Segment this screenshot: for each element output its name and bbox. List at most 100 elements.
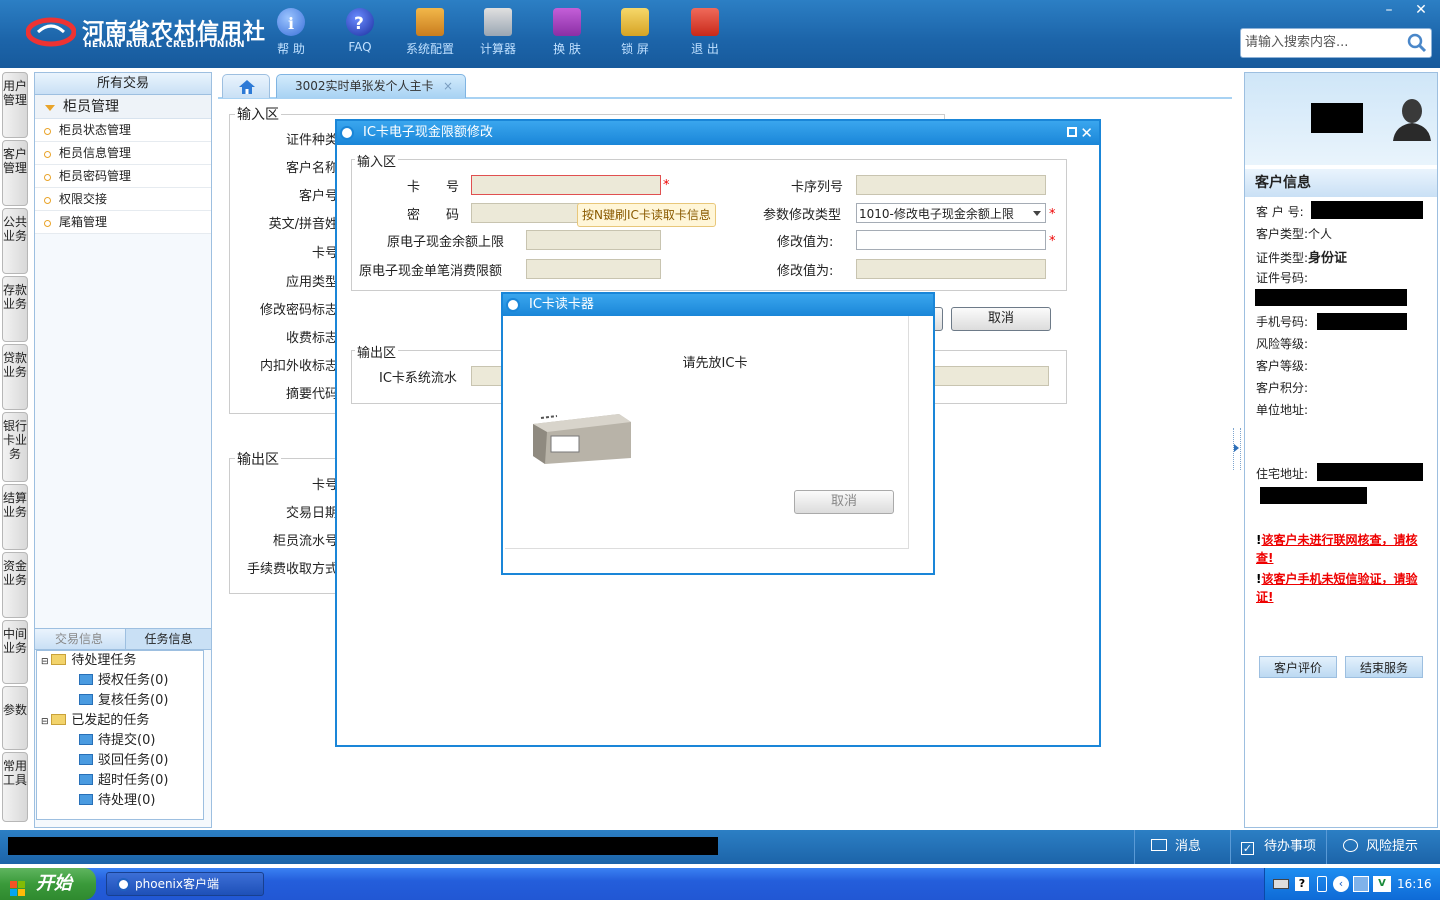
- card-no-input[interactable]: [471, 175, 661, 195]
- risk-alert-button[interactable]: 风险提示: [1326, 830, 1440, 864]
- app-logo-icon: [340, 126, 354, 140]
- search-input[interactable]: 请输入搜索内容...: [1240, 28, 1432, 58]
- card-no-label: 卡 号: [407, 180, 460, 195]
- keyboard-icon[interactable]: [1273, 879, 1289, 889]
- tree-initiated-tasks[interactable]: ⊟ 已发起的任务: [41, 711, 149, 731]
- tree-pending-tasks[interactable]: ⊟ 待处理任务: [41, 651, 136, 671]
- card-seq-label: 卡序列号: [791, 180, 844, 195]
- tree-to-process[interactable]: 待处理(0): [79, 791, 155, 811]
- tab-issue-card[interactable]: 3002实时单张发个人主卡 ×: [276, 74, 466, 98]
- vtab-loan[interactable]: 贷款业务: [2, 344, 28, 410]
- tree-rejected[interactable]: 驳回任务(0): [79, 751, 168, 771]
- label-id-type: 证件类型:身份证: [1256, 251, 1348, 266]
- redacted-home-address-2: [1260, 487, 1367, 504]
- messages-button[interactable]: 消息: [1134, 830, 1230, 864]
- card-seq-input: [856, 175, 1046, 195]
- question-icon: ?: [346, 8, 374, 36]
- vtab-funds[interactable]: 资金业务: [2, 552, 28, 618]
- maximize-icon[interactable]: [1067, 127, 1077, 137]
- warning-verify-sms[interactable]: !该客户手机未短信验证，请验证!: [1256, 570, 1434, 606]
- modify-value-label-1: 修改值为:: [777, 235, 834, 250]
- calculator-button[interactable]: 计算器: [463, 8, 533, 64]
- tree-auth-tasks[interactable]: 授权任务(0): [79, 671, 168, 691]
- dialog-input-section-title: 输入区: [355, 151, 399, 170]
- reader-cancel-button[interactable]: 取消: [794, 490, 894, 514]
- param-type-label: 参数修改类型: [763, 208, 842, 223]
- triangle-down-icon: [45, 105, 55, 111]
- vtab-params[interactable]: 参数: [2, 686, 28, 750]
- teller-mgmt-group[interactable]: 柜员管理: [35, 95, 211, 119]
- label-customer-level: 客户等级:: [1256, 359, 1309, 373]
- lock-icon: [621, 8, 649, 36]
- all-transactions-title[interactable]: 所有交易: [35, 73, 211, 95]
- tree-timeout[interactable]: 超时任务(0): [79, 771, 168, 791]
- ic-serial-label: IC卡系统流水: [379, 371, 457, 386]
- lock-screen-button[interactable]: 锁 屏: [600, 8, 670, 64]
- menu-teller-status[interactable]: 柜员状态管理: [35, 119, 211, 142]
- vtab-user-mgmt[interactable]: 用户管理: [2, 72, 28, 138]
- tab-home[interactable]: [222, 74, 270, 98]
- usb-icon[interactable]: [1317, 876, 1327, 892]
- menu-teller-info[interactable]: 柜员信息管理: [35, 142, 211, 165]
- vtab-customer-mgmt[interactable]: 客户管理: [2, 140, 28, 206]
- vtab-intermediate[interactable]: 中间业务: [2, 620, 28, 684]
- tab-close-icon[interactable]: ×: [443, 75, 453, 97]
- customer-eval-button[interactable]: 客户评价: [1259, 656, 1337, 678]
- end-service-button[interactable]: 结束服务: [1345, 656, 1423, 678]
- vtab-tools[interactable]: 常用工具: [2, 752, 28, 822]
- bg-label-app-type: 应用类型: [285, 275, 338, 290]
- password-input[interactable]: [471, 203, 579, 223]
- card-reader-icon: [527, 406, 635, 466]
- label-mobile: 手机号码:: [1256, 315, 1309, 329]
- vtab-settlement[interactable]: 结算业务: [2, 484, 28, 550]
- minimize-button[interactable]: –: [1374, 0, 1404, 20]
- exit-button[interactable]: 退 出: [670, 8, 740, 64]
- vtab-bank-card[interactable]: 银行卡业务: [2, 412, 28, 482]
- modify-value-required: *: [1049, 234, 1056, 249]
- redacted-status: [8, 837, 718, 855]
- shirt-icon: [553, 8, 581, 36]
- menu-tail-box[interactable]: 尾箱管理: [35, 211, 211, 234]
- taskbar-phoenix-app[interactable]: phoenix客户端: [106, 872, 264, 896]
- modify-value-input-1[interactable]: [856, 230, 1046, 250]
- start-button[interactable]: 开始: [0, 868, 96, 900]
- task-icon: [79, 674, 93, 685]
- panel-collapse-handle[interactable]: [1233, 428, 1241, 470]
- menu-permission-handover[interactable]: 权限交接: [35, 188, 211, 211]
- avatar-icon: [1391, 95, 1433, 141]
- close-icon[interactable]: ✕: [1080, 121, 1093, 145]
- chevron-down-icon[interactable]: [1033, 211, 1041, 216]
- tree-review-tasks[interactable]: 复核任务(0): [79, 691, 168, 711]
- todo-button[interactable]: ✓ 待办事项: [1230, 830, 1326, 864]
- task-icon: [79, 774, 93, 785]
- customer-type-value: 个人: [1308, 227, 1333, 241]
- dialog-cancel-button[interactable]: 取消: [951, 307, 1051, 331]
- label-home-address: 住宅地址:: [1256, 467, 1309, 481]
- faq-button[interactable]: ? FAQ: [325, 8, 395, 64]
- skin-button[interactable]: 换 肤: [532, 8, 602, 64]
- vtab-deposit[interactable]: 存款业务: [2, 276, 28, 342]
- windows-logo-icon: [10, 876, 26, 896]
- app-logo-icon: [506, 298, 520, 312]
- search-icon[interactable]: [1407, 33, 1427, 53]
- tree-to-submit[interactable]: 待提交(0): [79, 731, 155, 751]
- chat-bubble-icon: [1343, 839, 1358, 852]
- bg-label-pwd-flag: 修改密码标志: [259, 303, 338, 318]
- password-label: 密 码: [407, 208, 460, 223]
- system-config-button[interactable]: 系统配置: [395, 8, 465, 64]
- warning-verify-id[interactable]: !该客户未进行联网核查，请核查!: [1256, 531, 1434, 567]
- param-type-select[interactable]: 1010-修改电子现金余额上限: [856, 203, 1046, 223]
- tab-task-info[interactable]: 任务信息: [125, 629, 211, 649]
- vtab-public-business[interactable]: 公共业务: [2, 208, 28, 274]
- close-window-button[interactable]: ✕: [1406, 0, 1436, 20]
- tab-transaction-info[interactable]: 交易信息: [35, 629, 123, 649]
- logo-subtext: HENAN RURAL CREDIT UNION: [84, 40, 245, 50]
- menu-teller-password[interactable]: 柜员密码管理: [35, 165, 211, 188]
- antivirus-icon[interactable]: V: [1373, 876, 1391, 892]
- arrow-left-icon[interactable]: ‹: [1333, 876, 1349, 892]
- chevron-right-icon: [1234, 444, 1239, 452]
- help-button[interactable]: i 帮 助: [256, 8, 326, 64]
- help-tray-icon[interactable]: ?: [1295, 877, 1309, 891]
- label-id-no: 证件号码:: [1256, 271, 1309, 285]
- network-icon[interactable]: [1353, 876, 1369, 892]
